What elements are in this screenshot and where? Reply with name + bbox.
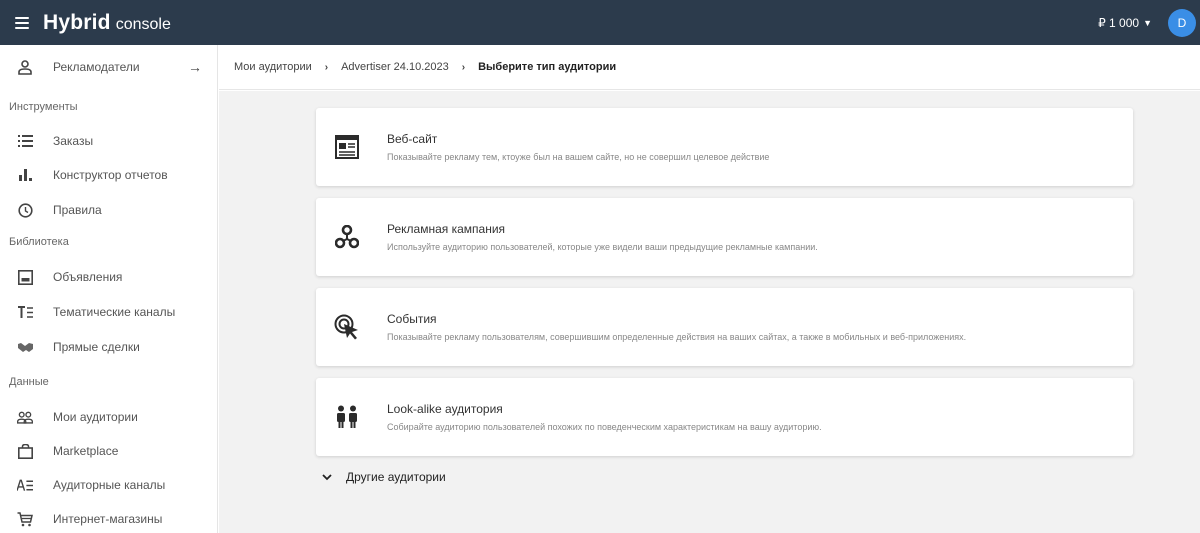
arrow-right-icon: → <box>188 59 202 75</box>
menu-icon[interactable] <box>15 16 29 29</box>
cursor-click-icon <box>333 313 361 341</box>
balance-dropdown[interactable]: ₽ 1 000 ▼ <box>1098 0 1152 45</box>
list-icon <box>17 133 33 149</box>
lookalike-icon <box>333 403 361 431</box>
logo-sub: console <box>115 15 171 33</box>
sidebar-item-ads[interactable]: Объявления <box>0 261 218 293</box>
shopping-bag-icon <box>17 443 33 459</box>
sidebar-item-label: Прямые сделки <box>53 340 140 354</box>
card-description: Показывайте рекламу пользователям, совер… <box>387 332 967 342</box>
other-audiences-toggle[interactable]: Другие аудитории <box>322 470 446 484</box>
audience-card-events[interactable]: События Показывайте рекламу пользователя… <box>316 288 1133 366</box>
breadcrumb-my-audiences[interactable]: Мои аудитории <box>234 61 312 73</box>
handshake-icon <box>17 339 33 355</box>
sidebar-item-label: Аудиторные каналы <box>53 478 166 492</box>
sidebar-item-label: Тематические каналы <box>53 305 176 319</box>
card-description: Показывайте рекламу тем, ктоуже был на в… <box>387 152 770 162</box>
breadcrumb-current: Выберите тип аудитории <box>478 61 617 73</box>
sidebar: Рекламодатели → Инструменты Заказы Конст… <box>0 45 218 533</box>
sidebar-item-report-builder[interactable]: Конструктор отчетов <box>0 159 218 191</box>
sidebar-item-online-stores[interactable]: Интернет-магазины <box>0 503 218 533</box>
chevron-down-icon <box>322 470 332 484</box>
breadcrumb: Мои аудитории › Advertiser 24.10.2023 › … <box>219 45 1200 90</box>
campaign-icon <box>333 223 361 251</box>
breadcrumb-advertiser[interactable]: Advertiser 24.10.2023 <box>341 61 449 73</box>
text-format-icon <box>17 477 33 493</box>
card-title: События <box>387 312 437 326</box>
sidebar-item-my-audiences[interactable]: Мои аудитории <box>0 401 218 433</box>
logo-main: Hybrid <box>43 10 111 34</box>
sidebar-item-advertisers[interactable]: Рекламодатели → <box>0 51 218 83</box>
image-icon <box>17 269 33 285</box>
sidebar-item-label: Заказы <box>53 134 94 148</box>
bar-chart-icon <box>17 167 33 183</box>
sidebar-item-direct-deals[interactable]: Прямые сделки <box>0 331 218 363</box>
card-title: Рекламная кампания <box>387 222 506 236</box>
logo[interactable]: Hybrid console <box>43 11 171 35</box>
card-title: Look-alike аудитория <box>387 402 503 416</box>
balance-value: ₽ 1 000 <box>1098 15 1140 30</box>
text-list-icon <box>17 304 33 320</box>
sidebar-item-label: Рекламодатели <box>53 60 140 74</box>
section-data: Данные <box>9 376 49 388</box>
sidebar-item-rules[interactable]: Правила <box>0 194 218 226</box>
audience-card-website[interactable]: Веб-сайт Показывайте рекламу тем, ктоуже… <box>316 108 1133 186</box>
sidebar-item-audience-channels[interactable]: Аудиторные каналы <box>0 469 218 501</box>
sidebar-item-label: Конструктор отчетов <box>53 168 168 182</box>
chevron-right-icon: › <box>461 61 466 73</box>
audience-card-lookalike[interactable]: Look-alike аудитория Собирайте аудиторию… <box>316 378 1133 456</box>
user-icon <box>17 59 33 75</box>
section-library: Библиотека <box>9 236 69 248</box>
card-description: Собирайте аудиторию пользователей похожи… <box>387 422 822 432</box>
sidebar-item-label: Мои аудитории <box>53 410 138 424</box>
audience-card-campaign[interactable]: Рекламная кампания Используйте аудиторию… <box>316 198 1133 276</box>
chevron-right-icon: › <box>324 61 329 73</box>
sidebar-item-label: Правила <box>53 203 102 217</box>
main-content: Веб-сайт Показывайте рекламу тем, ктоуже… <box>219 91 1200 533</box>
website-icon <box>333 133 361 161</box>
sidebar-item-thematic-channels[interactable]: Тематические каналы <box>0 296 218 328</box>
sidebar-item-marketplace[interactable]: Marketplace <box>0 435 218 467</box>
sidebar-item-orders[interactable]: Заказы <box>0 125 218 157</box>
other-audiences-label: Другие аудитории <box>346 470 446 484</box>
clock-icon <box>17 202 33 218</box>
sidebar-item-label: Marketplace <box>53 444 119 458</box>
card-description: Используйте аудиторию пользователей, кот… <box>387 242 818 252</box>
top-bar: Hybrid console ₽ 1 000 ▼ D <box>0 0 1200 45</box>
card-title: Веб-сайт <box>387 132 438 146</box>
cart-icon <box>17 511 33 527</box>
caret-down-icon: ▼ <box>1143 17 1152 28</box>
section-tools: Инструменты <box>9 101 78 113</box>
group-icon <box>17 409 33 425</box>
avatar[interactable]: D <box>1168 9 1196 37</box>
sidebar-item-label: Интернет-магазины <box>53 512 163 526</box>
sidebar-item-label: Объявления <box>53 270 123 284</box>
